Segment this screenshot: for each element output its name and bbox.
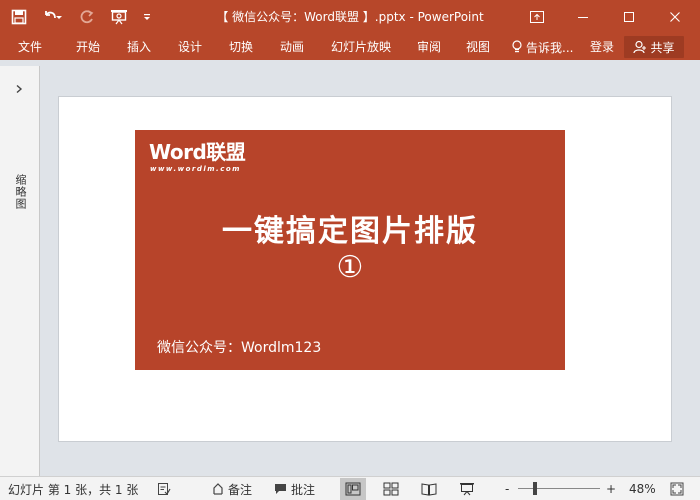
comments-label: 批注 [291, 482, 316, 497]
customize-icon [144, 14, 150, 20]
tab-transitions[interactable]: 切换 [229, 34, 253, 60]
comment-icon [275, 484, 286, 494]
zoom-out-button[interactable]: - [505, 477, 509, 500]
ribbon-display-options-button[interactable] [514, 0, 560, 34]
notes-button[interactable]: 备注 [212, 477, 252, 500]
close-icon [670, 12, 680, 22]
tab-home[interactable]: 开始 [76, 34, 100, 60]
tell-me-label: 告诉我... [526, 40, 574, 55]
ribbon-display-icon [530, 11, 544, 23]
zoom-in-button[interactable]: + [606, 477, 616, 500]
thumbnail-pane: 缩略图 [0, 66, 40, 476]
tab-insert[interactable]: 插入 [127, 34, 151, 60]
share-button[interactable]: 共享 [624, 36, 684, 58]
tab-slideshow[interactable]: 幻灯片放映 [331, 34, 391, 60]
thumbnail-pane-label[interactable]: 缩略图 [12, 174, 28, 210]
comments-button[interactable]: 批注 [274, 477, 315, 500]
slide-editing-area: Word联盟 www.wordlm.com 一键搞定图片排版 ① 微信公众号：W… [41, 66, 700, 476]
logo-main-text: Word联盟 [149, 140, 246, 164]
tab-design[interactable]: 设计 [178, 34, 202, 60]
chevron-right-icon[interactable] [14, 84, 24, 94]
slide-sorter-view-button[interactable] [378, 478, 404, 500]
normal-view-button[interactable] [340, 478, 366, 500]
slide-counter: 幻灯片 第 1 张，共 1 张 [8, 482, 139, 497]
notes-icon [213, 483, 223, 495]
lightbulb-icon [512, 40, 522, 53]
login-link[interactable]: 登录 [590, 34, 614, 60]
slideshow-view-button[interactable] [454, 478, 480, 500]
redo-button[interactable] [74, 4, 100, 30]
maximize-button[interactable] [606, 0, 652, 34]
tell-me-box[interactable]: 告诉我... [512, 34, 573, 60]
start-presentation-button[interactable] [106, 4, 132, 30]
quick-access-toolbar [0, 0, 156, 34]
window-title: 【 微信公众号：Word联盟 】.pptx - PowerPoint [216, 10, 484, 24]
share-label: 共享 [650, 40, 675, 55]
customize-qat-button[interactable] [138, 4, 156, 30]
undo-button[interactable] [38, 4, 68, 30]
tab-review[interactable]: 审阅 [417, 34, 441, 60]
reading-view-button[interactable] [416, 478, 442, 500]
slide-title[interactable]: 一键搞定图片排版 [135, 212, 565, 252]
status-bar: 幻灯片 第 1 张，共 1 张 备注 批注 - + 48% [0, 476, 700, 500]
spell-check-button[interactable] [157, 477, 171, 500]
tab-file[interactable]: 文件 [18, 34, 42, 60]
zoom-slider-track[interactable] [518, 488, 600, 489]
undo-icon [45, 11, 62, 19]
tab-view[interactable]: 视图 [466, 34, 490, 60]
slide[interactable]: Word联盟 www.wordlm.com 一键搞定图片排版 ① 微信公众号：W… [135, 130, 565, 370]
notes-label: 备注 [228, 482, 253, 497]
slideshow-icon [460, 483, 474, 496]
save-button[interactable] [6, 4, 32, 30]
slide-footer-text[interactable]: 微信公众号：Wordlm123 [157, 338, 321, 358]
ribbon-tabs: 文件 开始 插入 设计 切换 动画 幻灯片放映 审阅 视图 告诉我... 登录 … [0, 34, 700, 60]
person-icon [633, 40, 647, 54]
fit-to-window-icon [670, 482, 684, 496]
zoom-slider-thumb[interactable] [533, 482, 538, 495]
redo-icon [80, 10, 94, 24]
save-icon [11, 9, 27, 25]
zoom-percentage[interactable]: 48% [629, 477, 656, 500]
fit-to-window-button[interactable] [670, 477, 684, 500]
presentation-icon [111, 10, 127, 25]
slide-number-mark[interactable]: ① [135, 248, 565, 288]
title-bar: 【 微信公众号：Word联盟 】.pptx - PowerPoint [0, 0, 700, 34]
slide-sorter-icon [383, 482, 399, 496]
tab-animations[interactable]: 动画 [280, 34, 304, 60]
minimize-icon [578, 17, 588, 18]
minimize-button[interactable] [560, 0, 606, 34]
reading-view-icon [421, 483, 437, 496]
logo-url-text: www.wordlm.com [150, 165, 241, 173]
maximize-icon [624, 12, 634, 22]
normal-view-icon [345, 482, 361, 496]
slide-page[interactable]: Word联盟 www.wordlm.com 一键搞定图片排版 ① 微信公众号：W… [58, 96, 672, 442]
spell-check-icon [158, 483, 171, 495]
word-lianmeng-logo: Word联盟 www.wordlm.com [149, 140, 246, 174]
close-button[interactable] [652, 0, 698, 34]
